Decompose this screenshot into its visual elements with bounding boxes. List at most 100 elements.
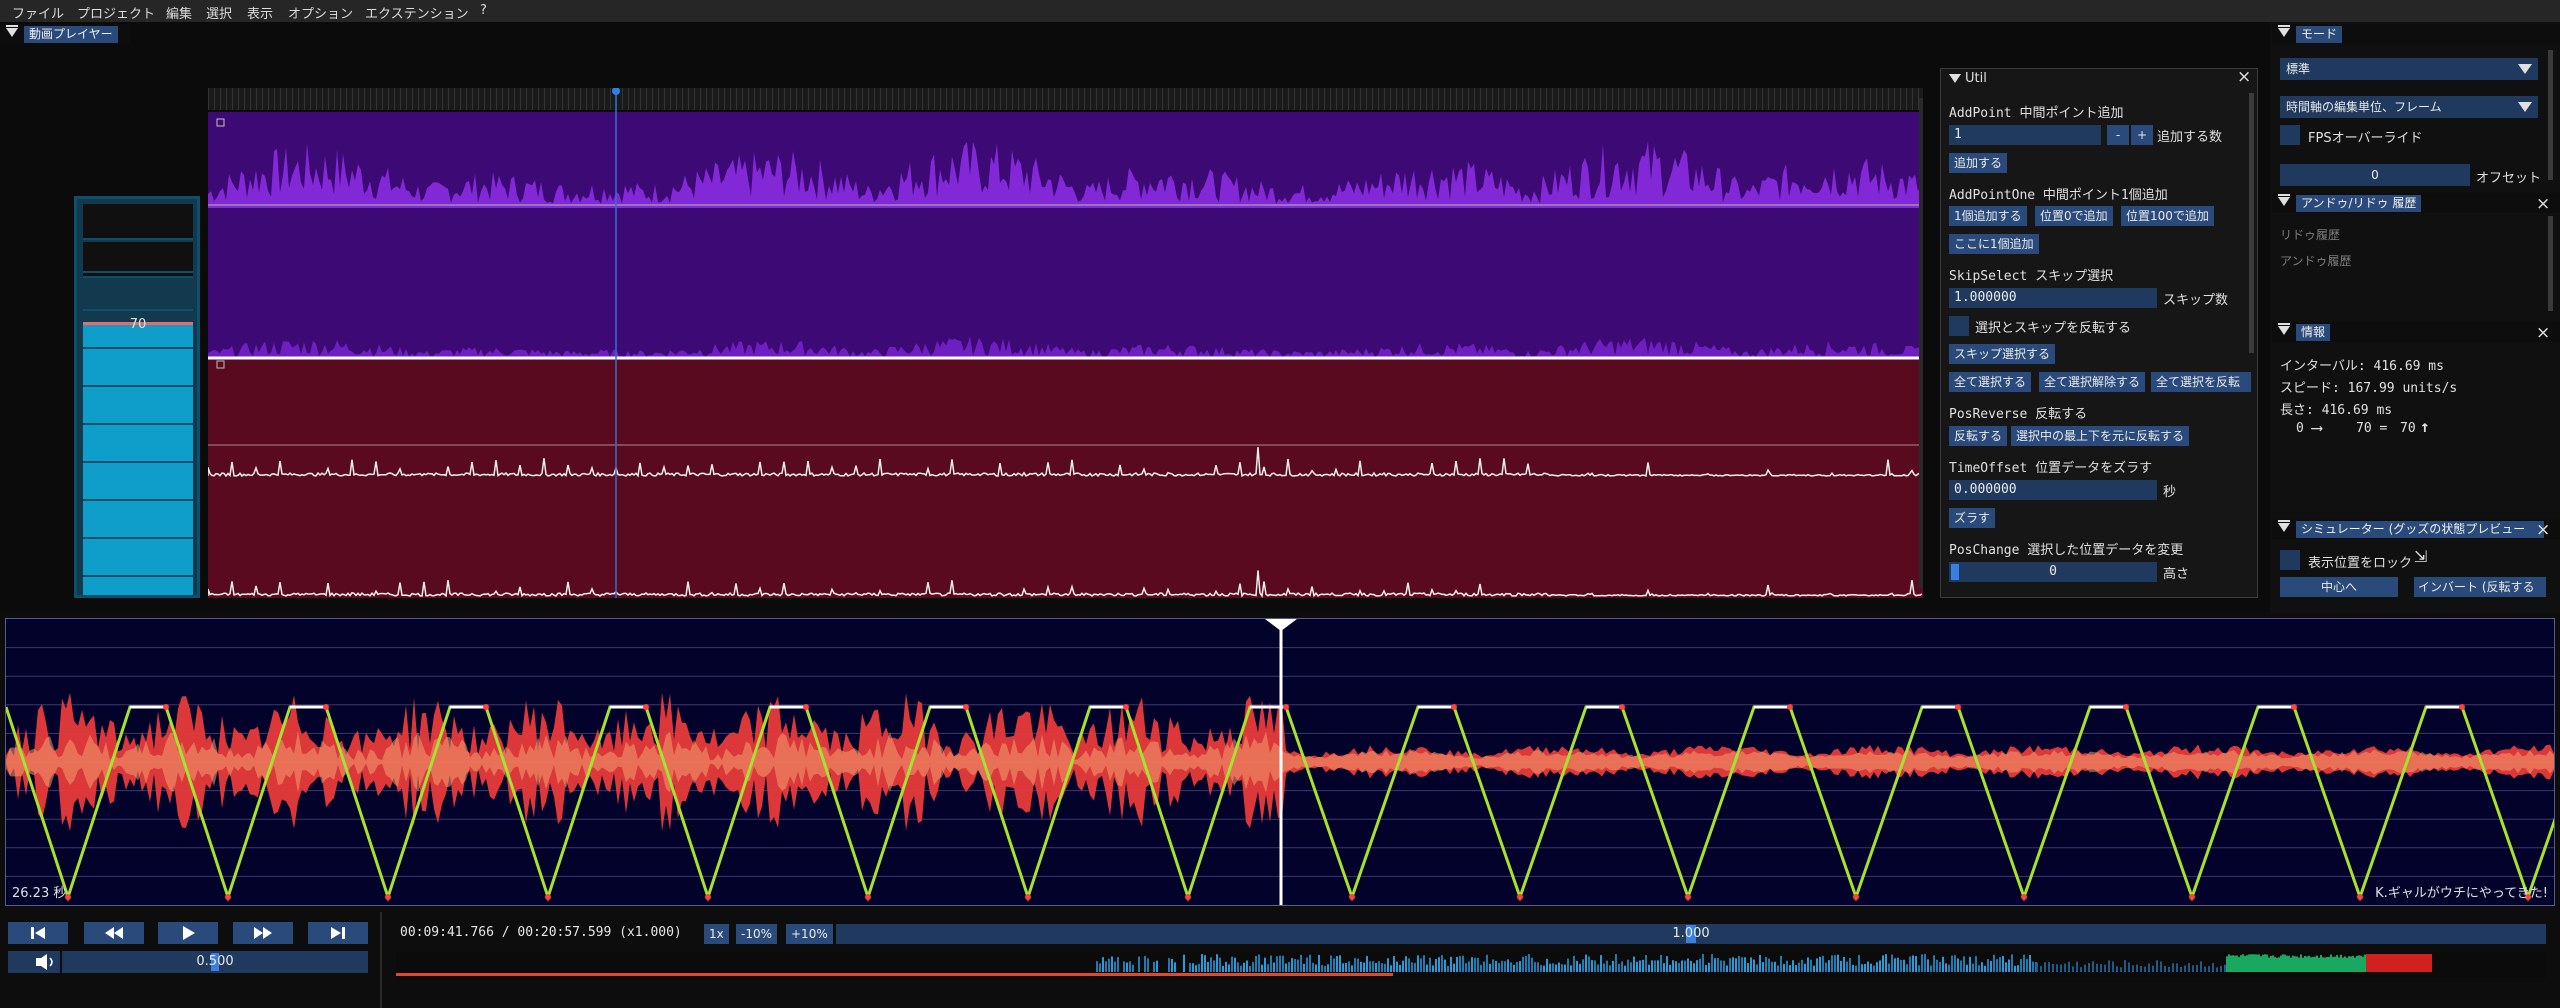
undo-title[interactable]: アンドゥ/リドゥ 履歴 [2296,195,2422,212]
scrollbar[interactable] [2548,216,2553,311]
script-point[interactable] [1853,894,1859,900]
invert-checkbox[interactable] [1949,316,1969,336]
chevron-down-icon[interactable] [2518,102,2532,112]
script-point[interactable] [225,894,231,900]
script-point[interactable] [1349,894,1355,900]
script-point[interactable] [1517,894,1523,900]
chevron-down-icon[interactable] [2518,64,2532,74]
close-icon[interactable]: × [2536,194,2550,214]
collapse-icon[interactable] [2278,323,2290,335]
shift-button[interactable]: ズラす [1949,508,1996,528]
speed-plus-10-button[interactable]: +10% [786,924,833,944]
invert-selection-button[interactable]: 全て選択を反転 [2151,372,2251,392]
script-point[interactable] [1955,704,1961,710]
menu-select[interactable]: 選択 [206,3,232,22]
skip-back-button[interactable] [8,922,68,944]
script-point[interactable] [1123,704,1129,710]
waveform-display[interactable] [208,88,1923,598]
script-point[interactable] [385,894,391,900]
script-point[interactable] [643,704,649,710]
playback-speed-slider[interactable]: 1.000 [836,924,2546,944]
script-point[interactable] [2291,704,2297,710]
play-button[interactable] [158,922,218,944]
collapse-icon[interactable] [2278,520,2290,532]
script-point[interactable] [705,894,711,900]
scrollbar[interactable] [2548,50,2553,180]
menu-project[interactable]: プロジェクト [77,3,155,22]
playhead-handle[interactable] [612,88,620,95]
collapse-icon[interactable] [2278,25,2290,37]
volume-slider[interactable]: 0.500 [62,951,368,973]
lock-position-checkbox[interactable] [2280,550,2300,570]
menu-edit[interactable]: 編集 [166,3,192,22]
script-point[interactable] [1283,704,1289,710]
simulator-title[interactable]: シミュレーター (グッズの状態プレビュー [2296,521,2544,538]
center-button[interactable]: 中心へ [2280,577,2398,597]
menu-file[interactable]: ファイル [12,3,64,22]
menu-options[interactable]: オプション [288,3,353,22]
invert-button[interactable]: インバート (反転する [2414,577,2546,597]
collapse-icon[interactable] [6,25,18,37]
rewind-button[interactable] [84,922,144,944]
script-point[interactable] [963,704,969,710]
reverse-minmax-button[interactable]: 選択中の最上下を元に反転する [2011,426,2190,446]
skip-select-button[interactable]: スキップ選択する [1949,344,2056,364]
script-graph[interactable] [6,619,2554,905]
close-icon[interactable]: × [2237,67,2251,87]
script-point[interactable] [2189,894,2195,900]
add-one-button[interactable]: 1個追加する [1949,206,2027,226]
scrollbar[interactable] [2249,93,2254,353]
script-point[interactable] [1451,704,1457,710]
funscript-editor[interactable]: 26.23 秒 K.ギャルがウチにやってきた! [5,618,2555,906]
current-time-marker[interactable] [1265,619,1297,631]
menu-help[interactable]: ? [480,3,487,18]
addpoint-input[interactable]: 1 [1949,125,2101,145]
seek-bar[interactable] [396,952,2546,978]
script-point[interactable] [323,704,329,710]
video-player-title[interactable]: 動画プレイヤー [24,26,118,43]
add-here-button[interactable]: ここに1個追加 [1949,234,2039,254]
scrollbar[interactable] [1919,98,1923,588]
script-point[interactable] [1685,894,1691,900]
height-slider-handle[interactable] [1951,564,1959,580]
close-icon[interactable]: × [2536,520,2550,540]
script-point[interactable] [2123,704,2129,710]
add-at-0-button[interactable]: 位置0で追加 [2035,206,2113,226]
script-point[interactable] [483,704,489,710]
mode-title[interactable]: モード [2296,26,2343,43]
addpoint-button[interactable]: 追加する [1949,153,2008,173]
height-slider[interactable]: 0 [1949,562,2157,582]
menu-extensions[interactable]: エクステンション [365,3,469,22]
time-offset-input[interactable]: 0.000000 [1949,480,2157,500]
decrement-button[interactable]: - [2107,125,2129,145]
offset-input[interactable]: 0 [2280,164,2470,186]
add-at-100-button[interactable]: 位置100で追加 [2121,206,2214,226]
collapse-icon[interactable] [1949,74,1961,83]
edit-unit-select[interactable]: 時間軸の編集単位、フレーム [2280,96,2538,118]
skip-count-input[interactable]: 1.000000 [1949,288,2157,308]
speed-minus-10-button[interactable]: -10% [736,924,778,944]
script-point[interactable] [2459,704,2465,710]
skip-forward-button[interactable] [308,922,368,944]
script-point[interactable] [803,704,809,710]
fps-override-checkbox[interactable] [2280,125,2300,145]
script-point[interactable] [1619,704,1625,710]
info-title[interactable]: 情報 [2296,324,2331,341]
reverse-button[interactable]: 反転する [1949,426,2008,446]
script-point[interactable] [1025,894,1031,900]
increment-button[interactable]: + [2131,125,2153,145]
script-point[interactable] [2021,894,2027,900]
script-point[interactable] [2357,894,2363,900]
menu-view[interactable]: 表示 [247,3,273,22]
script-point[interactable] [163,704,169,710]
script-point[interactable] [865,894,871,900]
speed-1x-button[interactable]: 1x [704,924,729,944]
fast-forward-button[interactable] [233,922,293,944]
script-point[interactable] [1787,704,1793,710]
deselect-all-button[interactable]: 全て選択解除する [2039,372,2146,392]
volume-button[interactable] [8,951,60,973]
mode-select[interactable]: 標準 [2280,58,2538,80]
close-icon[interactable]: × [2536,323,2550,343]
script-point[interactable] [1185,894,1191,900]
script-point[interactable] [545,894,551,900]
